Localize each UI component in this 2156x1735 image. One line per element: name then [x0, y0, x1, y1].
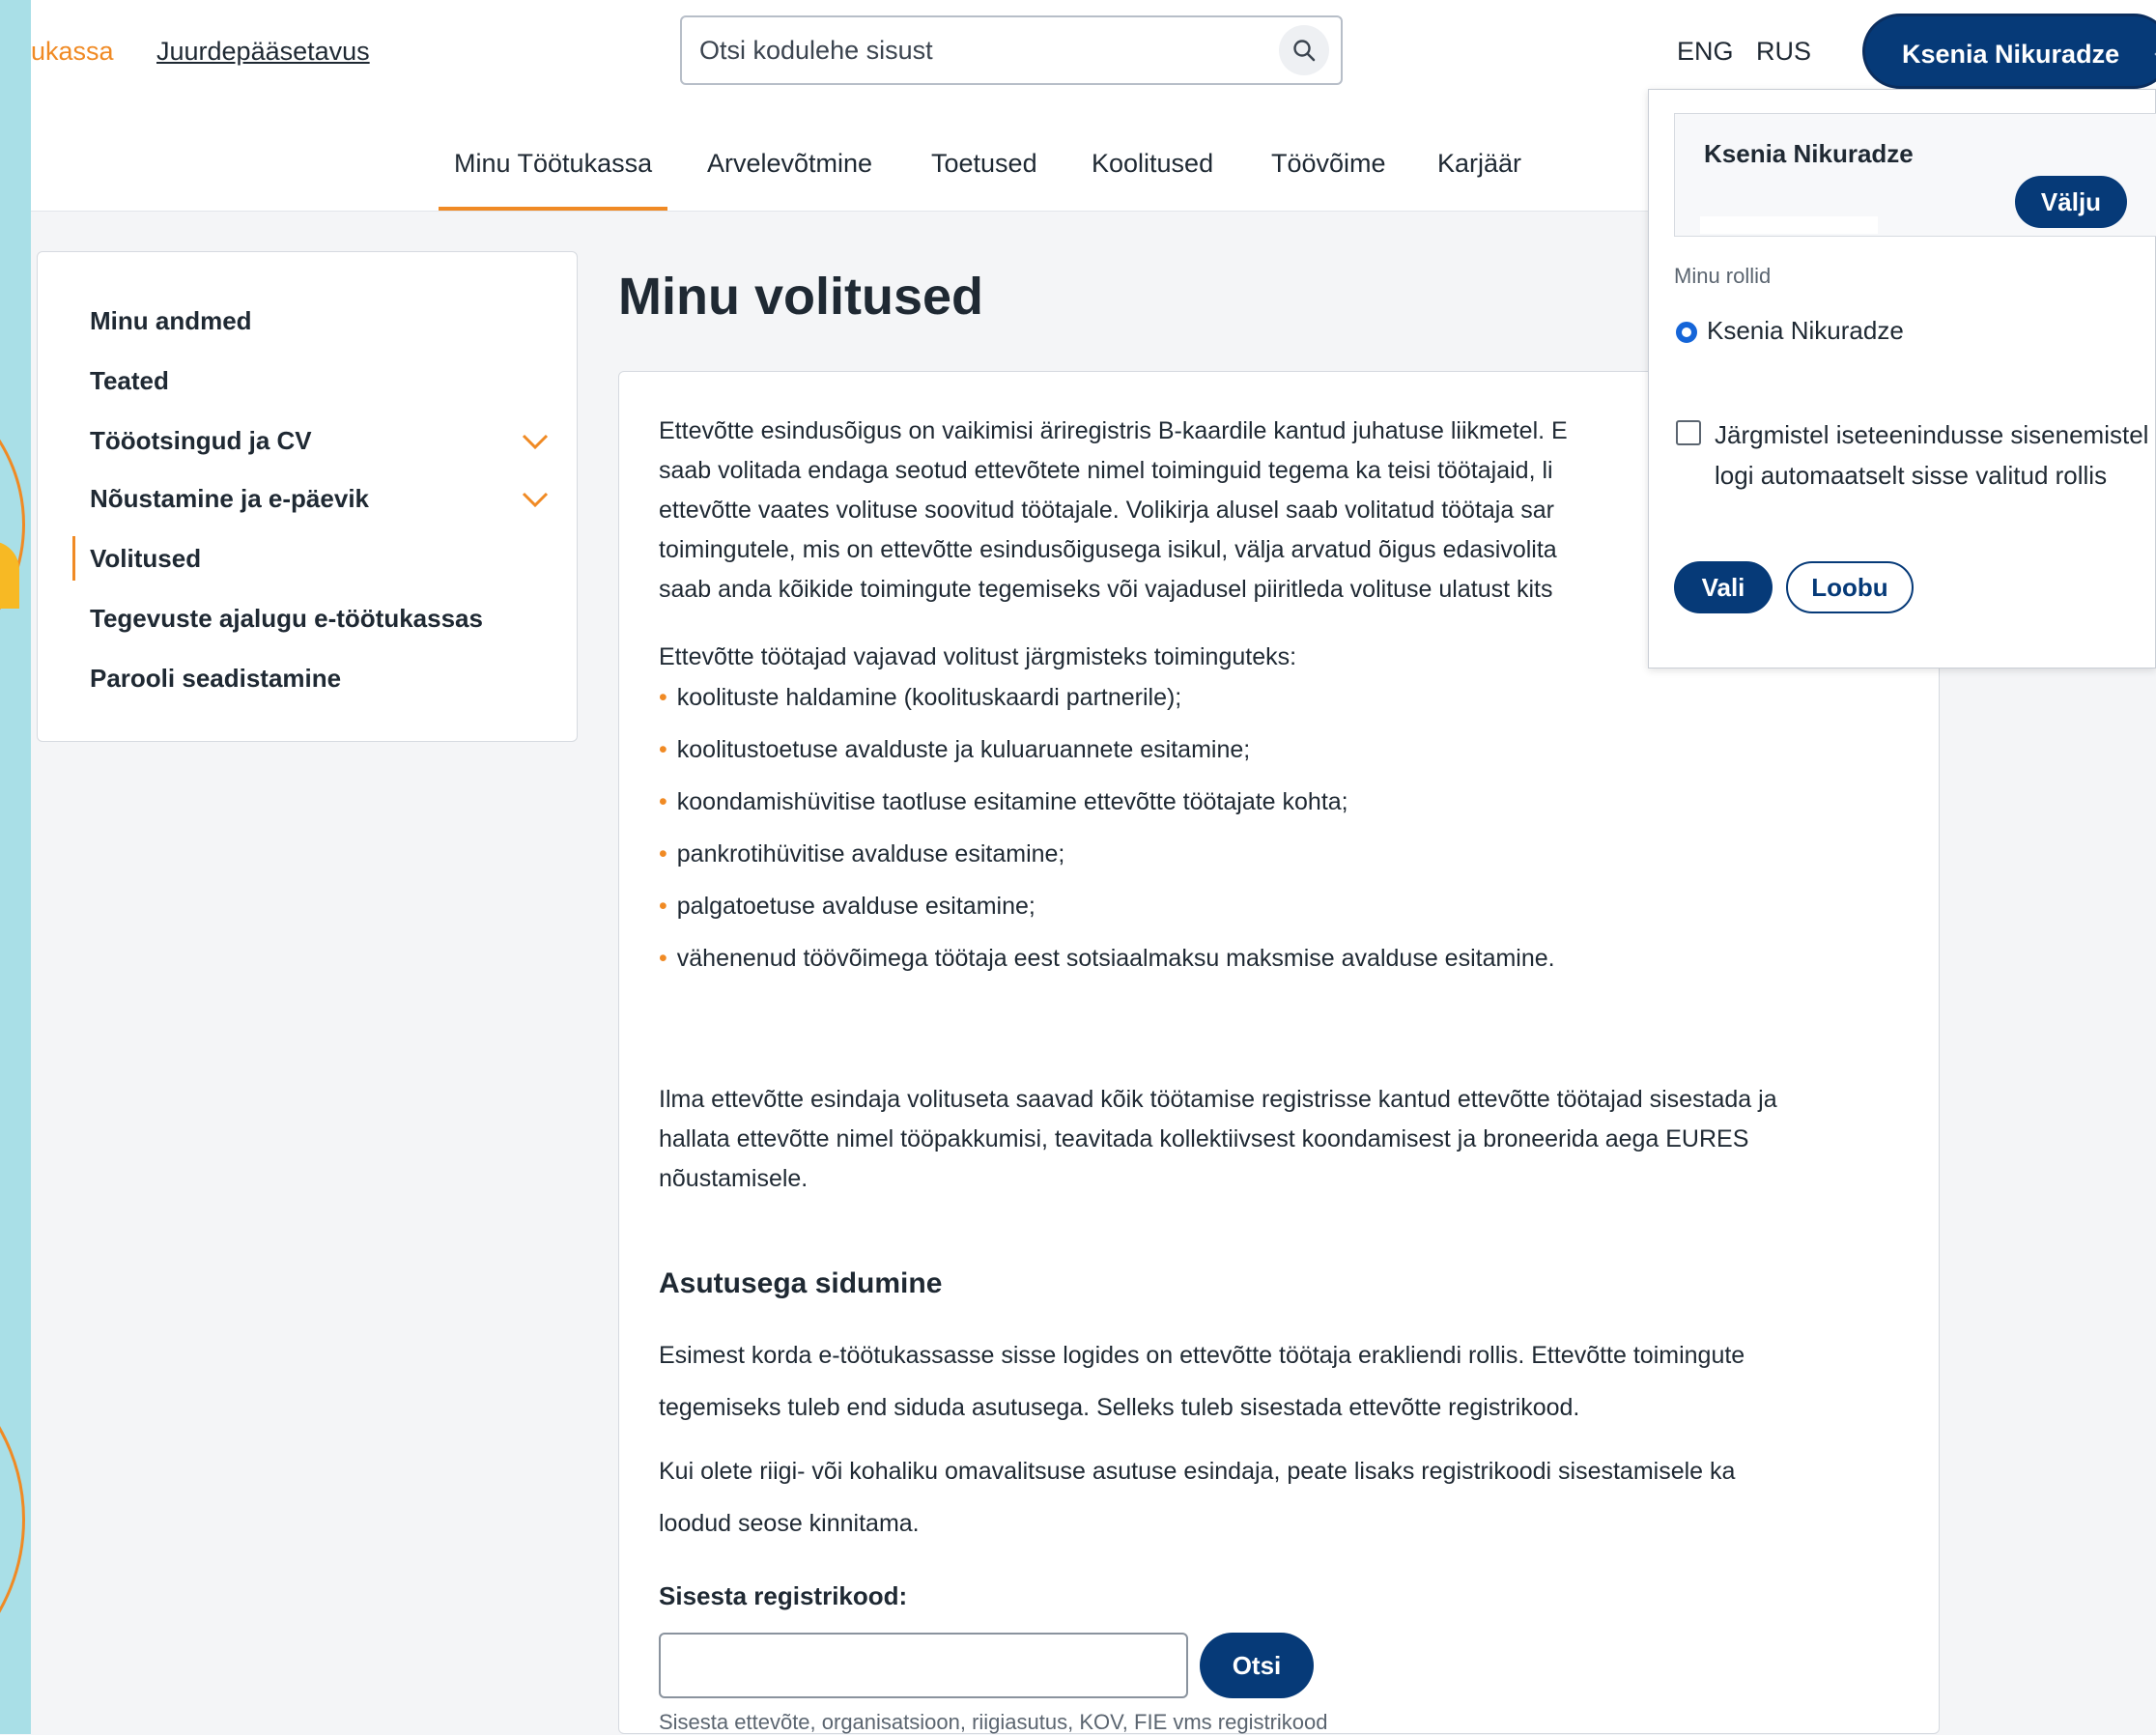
- chevron-down-icon[interactable]: [521, 490, 550, 509]
- decorative-side-strip: [0, 0, 31, 1734]
- list-item-text: koolituste haldamine (koolituskaardi par…: [676, 684, 1182, 711]
- chevron-down-icon: ⌄: [2149, 36, 2156, 66]
- search-input[interactable]: [697, 35, 1242, 67]
- list-item-text: koolitustoetuse avalduste ja kuluaruanne…: [676, 736, 1251, 763]
- sidebar-menu: Minu andmed Teated Tööotsingud ja CV Nõu…: [37, 251, 578, 742]
- role-radio-label[interactable]: Ksenia Nikuradze: [1707, 316, 1904, 346]
- dropdown-user-name: Ksenia Nikuradze: [1704, 139, 1914, 168]
- page-title: Minu volitused: [618, 268, 983, 326]
- select-role-button[interactable]: Vali: [1674, 561, 1773, 613]
- chevron-down-icon[interactable]: [521, 432, 550, 451]
- list-item-text: vähenenud töövõimega töötaja eest sotsia…: [676, 945, 1555, 972]
- list-item: • palgatoetuse avalduse esitamine;: [659, 893, 1035, 920]
- list-item-text: koondamishüvitise taotluse esitamine ett…: [676, 788, 1348, 815]
- paragraph-line: loodud seose kinnitama.: [659, 1510, 920, 1537]
- paragraph-line: Ilma ettevõtte esindaja volituseta saava…: [659, 1086, 1777, 1113]
- tab-minu-tootukassa[interactable]: Minu Töötukassa: [438, 149, 668, 211]
- sidebar-item-volitused[interactable]: Volitused: [71, 536, 201, 581]
- paragraph-line: Esimest korda e-töötukassasse sisse logi…: [659, 1342, 1745, 1369]
- sidebar-item-teated[interactable]: Teated: [90, 366, 169, 396]
- search-icon: [1293, 40, 1316, 62]
- tab-karjaar[interactable]: Karjäär: [1437, 149, 1521, 179]
- list-item: • koolituste haldamine (koolituskaardi pa…: [659, 684, 1182, 711]
- cancel-button[interactable]: Loobu: [1786, 561, 1914, 613]
- registry-code-hint: Sisesta ettevõte, organisatsioon, riigia…: [659, 1710, 1328, 1734]
- paragraph-line: hallata ettevõtte nimel tööpakkumisi, te…: [659, 1125, 1749, 1152]
- user-menu-name: Ksenia Nikuradze: [1902, 40, 2120, 69]
- tab-toetused[interactable]: Toetused: [931, 149, 1037, 179]
- section-paragraph: Esimest korda e-töötukassasse sisse logi…: [659, 1329, 1905, 1434]
- sidebar-item-parooli-seadistamine[interactable]: Parooli seadistamine: [90, 664, 341, 694]
- site-search: [680, 15, 1343, 85]
- sidebar-item-tegevuste-ajalugu[interactable]: Tegevuste ajalugu e-töötukassas: [90, 604, 483, 634]
- tab-arvelevotmine[interactable]: Arvelevõtmine: [707, 149, 872, 179]
- decorative-ring: [0, 367, 25, 682]
- registry-search-button[interactable]: Otsi: [1200, 1633, 1314, 1698]
- registry-code-input[interactable]: [659, 1633, 1188, 1698]
- sidebar-item-noustamine[interactable]: Nõustamine ja e-päevik: [90, 484, 369, 514]
- section-title: Asutusega sidumine: [659, 1267, 943, 1299]
- dropdown-user-box: Ksenia Nikuradze Välju: [1674, 113, 2156, 237]
- role-radio[interactable]: [1676, 322, 1697, 343]
- redacted-id: [1700, 216, 1878, 234]
- list-item: • koondamishüvitise taotluse esitamine et…: [659, 788, 1348, 815]
- tab-toovoime[interactable]: Töövõime: [1271, 149, 1386, 179]
- list-item: • koolitustoetuse avalduste ja kuluaruann…: [659, 736, 1251, 763]
- registry-code-label: Sisesta registrikood:: [659, 1581, 908, 1610]
- tab-koolitused[interactable]: Koolitused: [1092, 149, 1213, 179]
- paragraph-line: tegemiseks tuleb end siduda asutusega. S…: [659, 1394, 1580, 1421]
- paragraph-line: nõustamisele.: [659, 1165, 808, 1192]
- list-item: • vähenenud töövõimega töötaja eest sotsi…: [659, 945, 1555, 972]
- roles-label: Minu rollid: [1674, 264, 1772, 288]
- list-item-text: palgatoetuse avalduse esitamine;: [676, 893, 1035, 920]
- user-dropdown-panel: Ksenia Nikuradze Välju Minu rollid Kseni…: [1648, 89, 2156, 668]
- remember-role-checkbox[interactable]: [1676, 420, 1701, 445]
- user-menu-button[interactable]: Ksenia Nikuradze ⌄: [1862, 14, 2156, 89]
- logout-button[interactable]: Välju: [2015, 176, 2127, 228]
- list-item-text: pankrotihüvitise avalduse esitamine;: [676, 840, 1065, 868]
- list-item: • pankrotihüvitise avalduse esitamine;: [659, 840, 1065, 868]
- language-rus-link[interactable]: RUS: [1756, 37, 1811, 67]
- sidebar-item-minu-andmed[interactable]: Minu andmed: [90, 306, 252, 336]
- decorative-ring: [0, 1333, 25, 1706]
- paragraph-line: Kui olete riigi- või kohaliku omavalitsu…: [659, 1458, 1736, 1485]
- section-paragraph: Kui olete riigi- või kohaliku omavalitsu…: [659, 1445, 1905, 1550]
- brand-logo-text[interactable]: ukassa: [31, 37, 114, 67]
- sidebar-item-tooostsingud[interactable]: Tööotsingud ja CV: [90, 426, 312, 456]
- language-eng-link[interactable]: ENG: [1677, 37, 1734, 67]
- remember-role-label[interactable]: Järgmistel iseteenindusse sisenemistel l…: [1715, 414, 2149, 496]
- accessibility-link[interactable]: Juurdepääsetavus: [156, 37, 370, 67]
- no-auth-paragraph: Ilma ettevõtte esindaja volituseta saava…: [659, 1080, 1905, 1199]
- search-button[interactable]: [1279, 25, 1329, 75]
